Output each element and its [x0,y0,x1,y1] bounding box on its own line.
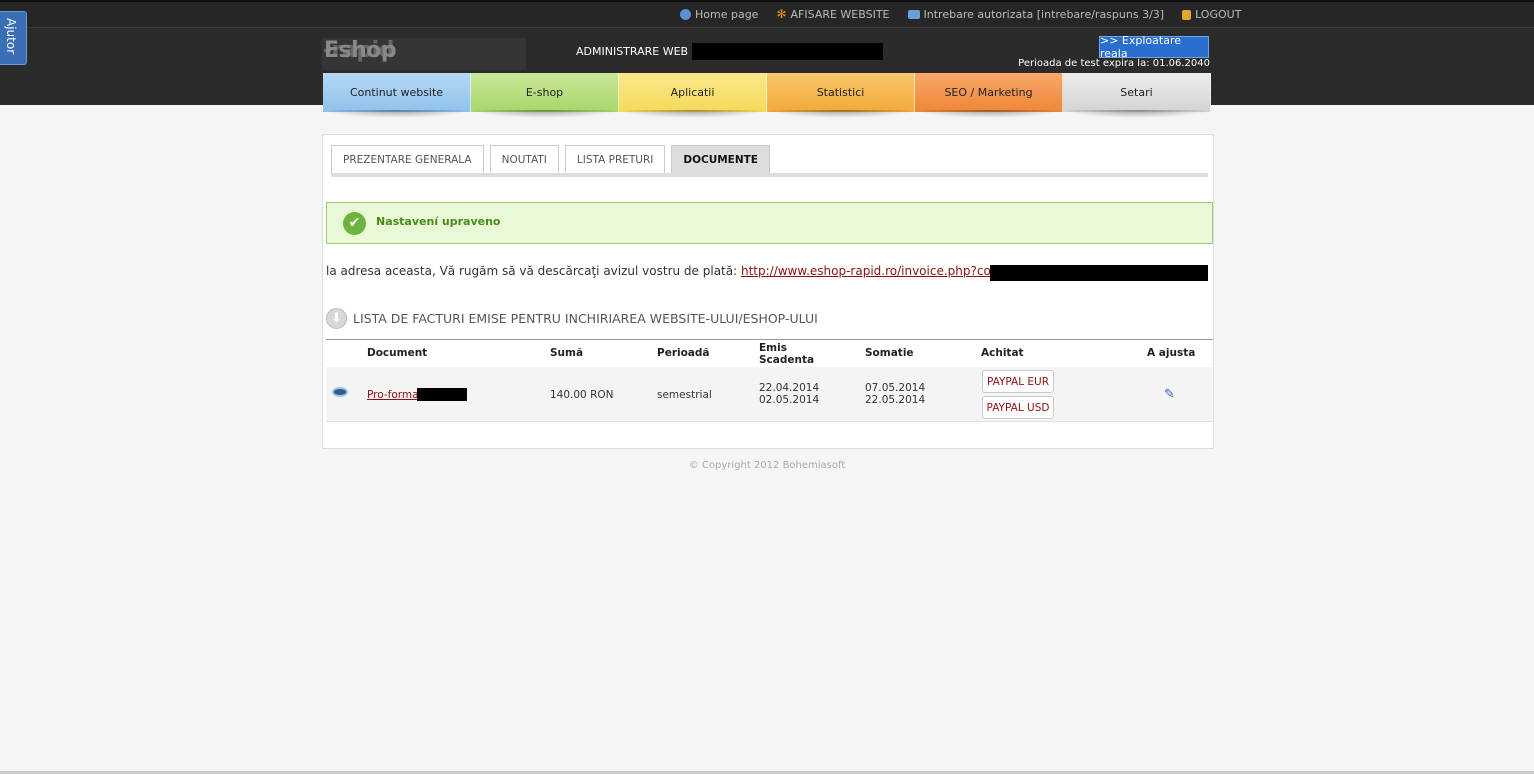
eye-icon[interactable] [332,387,348,397]
arrow-down-icon: ⬇ [326,308,347,329]
top-header: Home page ✻ AFISARE WEBSITE Intrebare au… [0,0,1534,112]
col-suma: Sumă [550,347,584,359]
paypal-usd-button[interactable]: PAYPAL USD [982,396,1054,419]
proforma-link[interactable]: Pro-forma [367,389,419,401]
col-achitat: Achitat [981,347,1024,359]
nav-setari[interactable]: Setari [1063,73,1211,112]
col-document: Document [367,347,428,359]
success-text: Nastavení upraveno [376,215,501,228]
nav-continut-website[interactable]: Continut website [323,73,471,112]
home-page-link[interactable]: Home page [680,8,758,21]
paypal-eur-button[interactable]: PAYPAL EUR [982,370,1054,393]
info-icon [680,9,691,20]
sub-tabs: PREZENTARE GENERALA NOUTATI LISTA PRETUR… [331,145,770,173]
intrebare-link[interactable]: Intrebare autorizata [intrebare/raspuns … [907,8,1164,21]
invoice-code-redacted [990,265,1208,281]
tab-documente[interactable]: DOCUMENTE [671,145,770,173]
main-nav: Continut website E-shop Aplicatii Statis… [323,73,1211,112]
cell-somatie-1: 07.05.2014 [865,382,926,394]
proforma-number-redacted [417,388,467,401]
tab-noutati[interactable]: NOUTATI [489,145,559,173]
cell-suma: 140.00 RON [550,389,614,401]
invoice-link[interactable]: http://www.eshop-rapid.ro/invoice.php?co… [741,264,1016,278]
table-row: Pro-forma 140.00 RON semestrial 22.04.20… [326,367,1213,422]
col-scadenta: Scadenta [759,354,815,366]
cell-perioada: semestrial [657,389,712,401]
content-panel: PREZENTARE GENERALA NOUTATI LISTA PRETUR… [322,134,1214,449]
flower-icon: ✻ [776,7,787,21]
afisare-website-link[interactable]: ✻ AFISARE WEBSITE [776,8,889,21]
tab-lista-preturi[interactable]: LISTA PRETURI [564,145,666,173]
success-message: ✔ Nastavení upraveno [326,202,1213,244]
nav-statistici[interactable]: Statistici [767,73,915,112]
list-title-text: LISTA DE FACTURI EMISE PENTRU INCHIRIARE… [353,311,818,326]
nav-eshop[interactable]: E-shop [471,73,619,112]
logo-part1: Eshop [324,38,397,63]
top-links: Home page ✻ AFISARE WEBSITE Intrebare au… [680,8,1241,21]
cell-somatie-2: 22.05.2014 [865,394,926,406]
logout-link[interactable]: LOGOUT [1182,8,1241,21]
invoice-list-title: ⬇ LISTA DE FACTURI EMISE PENTRU INCHIRIA… [326,308,818,329]
invoice-table: Document Sumă Perioadă Emis Scadenta Som… [326,339,1213,422]
message-icon [907,10,920,19]
admin-label: ADMINISTRARE WEB : [576,45,696,58]
cell-scadenta: 02.05.2014 [759,394,820,406]
logo[interactable]: Eshop -rapid [322,38,526,70]
nav-shadow [323,110,1211,118]
cell-emis: 22.04.2014 [759,382,820,394]
tab-underline [331,173,1208,177]
col-ajusta: A ajusta [1147,347,1196,359]
help-tab[interactable]: Ajutor [0,11,27,65]
admin-redacted [692,43,883,60]
nav-seo-marketing[interactable]: SEO / Marketing [915,73,1063,112]
checkmark-icon: ✔ [343,212,366,235]
col-somatie: Somatie [865,347,914,359]
help-tab-label: Ajutor [4,18,18,55]
copyright: © Copyright 2012 Bohemiasoft [688,460,846,471]
lock-icon [1182,9,1192,20]
exploatare-reala-button[interactable]: >> Exploatare reala [1099,34,1209,60]
notice-text: la adresa aceasta, Vă rugăm să vă descăr… [326,264,741,278]
table-header: Document Sumă Perioadă Emis Scadenta Som… [326,339,1213,367]
nav-aplicatii[interactable]: Aplicatii [619,73,767,112]
col-perioada: Perioadă [657,347,710,359]
col-emis-scadenta: Emis Scadenta [759,342,814,366]
invoice-notice: la adresa aceasta, Vă rugăm să vă descăr… [326,264,1016,278]
col-emis: Emis [759,342,787,354]
trial-expiry: Perioada de test expira la: 01.06.2040 [1018,58,1210,69]
tab-prezentare-generala[interactable]: PREZENTARE GENERALA [331,145,484,173]
pencil-icon[interactable]: ✎ [1164,388,1178,402]
